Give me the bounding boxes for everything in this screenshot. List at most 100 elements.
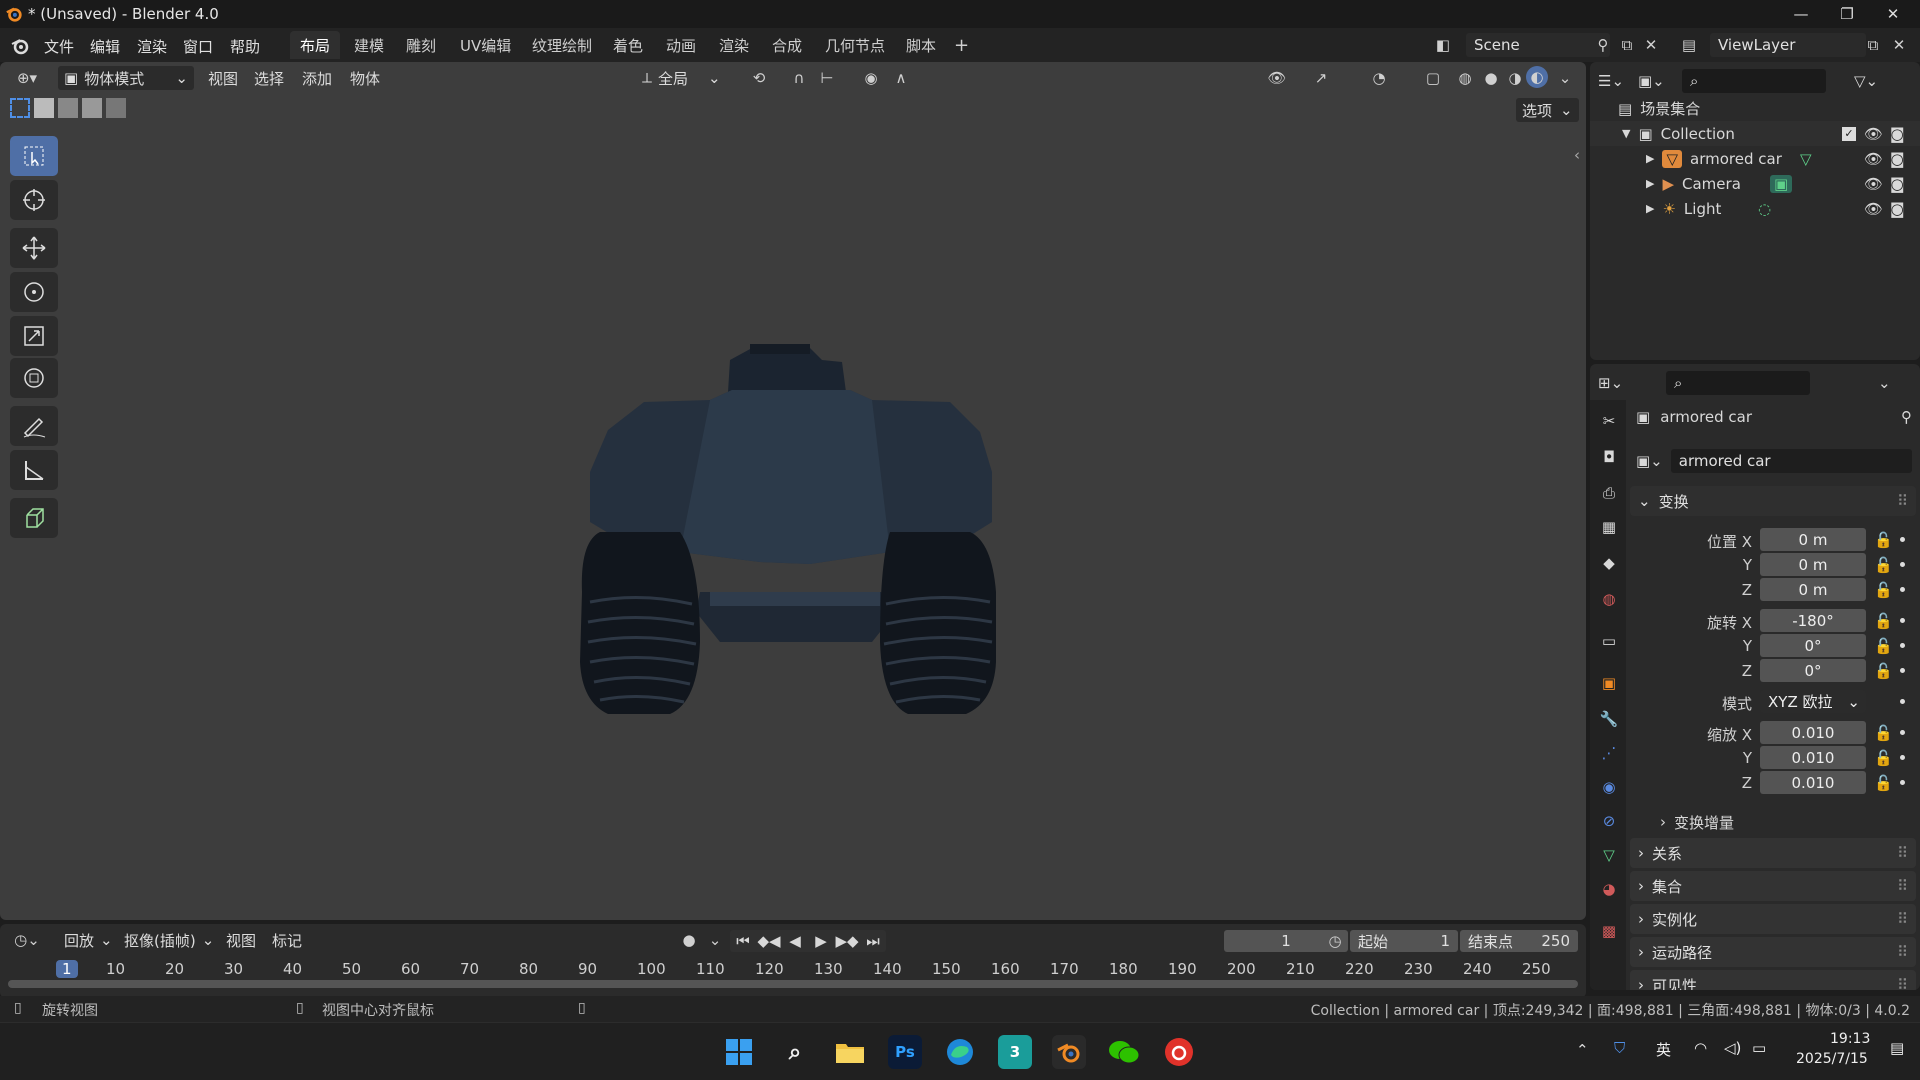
lock-icon[interactable]: 🔓 [1874, 612, 1893, 630]
menu-file[interactable]: 文件 [44, 36, 74, 57]
blender-taskbar-icon[interactable] [1052, 1035, 1086, 1069]
lock-icon[interactable]: 🔓 [1874, 581, 1893, 599]
output-tab-icon[interactable]: ⎙ [1596, 480, 1622, 506]
overlay-icon[interactable]: ◔ [1366, 66, 1392, 90]
delete-view-layer-icon[interactable]: ✕ [1886, 33, 1912, 57]
timeline-menu-marker[interactable]: 标记 [266, 928, 308, 952]
wechat-icon[interactable] [1107, 1035, 1141, 1069]
next-keyframe-icon[interactable]: ▶◆ [834, 932, 860, 950]
particles-tab-icon[interactable]: ⋰ [1596, 740, 1622, 766]
timeline-scrollbar[interactable] [8, 980, 1578, 988]
auto-key-options-icon[interactable]: ⌄ [702, 928, 728, 952]
camera-render-icon[interactable]: ◙ [1890, 200, 1905, 218]
tool-scale[interactable] [10, 316, 58, 356]
light-data-icon[interactable]: ◌ [1758, 200, 1771, 218]
visibility-section-header[interactable]: › 可见性 ⠿ [1630, 970, 1916, 990]
drag-handle-icon[interactable]: ⠿ [1897, 877, 1908, 895]
start-frame-field[interactable]: 起始 1 [1350, 930, 1458, 952]
play-reverse-icon[interactable]: ◀ [782, 932, 808, 950]
tab-animation[interactable]: 动画 [656, 31, 706, 59]
keyframe-dot[interactable] [1900, 587, 1905, 592]
physics-tab-icon[interactable]: ◉ [1596, 774, 1622, 800]
keyframe-dot[interactable] [1900, 643, 1905, 648]
photoshop-icon[interactable]: Ps [888, 1035, 922, 1069]
keyframe-dot[interactable] [1900, 537, 1905, 542]
motion-paths-section-header[interactable]: › 运动路径 ⠿ [1630, 937, 1916, 967]
drag-handle-icon[interactable]: ⠿ [1897, 492, 1908, 510]
scene-icon[interactable]: ◧ [1430, 33, 1456, 57]
select-subtract-icon[interactable] [58, 98, 78, 118]
jump-start-icon[interactable]: ⏮ [730, 932, 756, 950]
tab-compositing[interactable]: 合成 [762, 31, 812, 59]
tab-scripting[interactable]: 脚本 [896, 31, 946, 59]
clock-icon[interactable]: ◷ [1322, 929, 1348, 953]
transform-section-header[interactable]: ⌄ 变换 ⠿ [1630, 486, 1916, 516]
eye-icon[interactable]: 👁 [1864, 175, 1883, 193]
tab-rendering[interactable]: 渲染 [709, 31, 759, 59]
end-frame-field[interactable]: 结束点 250 [1460, 930, 1578, 952]
rotation-mode-dropdown[interactable]: XYZ 欧拉 ⌄ [1760, 690, 1866, 713]
options-dropdown[interactable]: 选项 ⌄ [1516, 98, 1579, 122]
rotation-z-field[interactable]: 0° [1760, 659, 1866, 682]
new-scene-icon[interactable]: ⧉ [1614, 33, 1640, 57]
eye-icon[interactable]: 👁 [1864, 150, 1883, 168]
tab-uv-editing[interactable]: UV编辑 [450, 31, 521, 59]
tab-shading[interactable]: 着色 [603, 31, 653, 59]
object-tab-icon[interactable]: ▣ [1596, 670, 1622, 696]
scene-tab-icon[interactable]: ◆ [1596, 550, 1622, 576]
falloff-icon[interactable]: ∧ [888, 66, 914, 90]
collection-tab-icon[interactable]: ▭ [1596, 628, 1622, 654]
wireframe-shading-icon[interactable]: ◍ [1452, 66, 1478, 90]
menu-render[interactable]: 渲染 [137, 36, 167, 57]
solid-shading-icon[interactable]: ● [1478, 66, 1504, 90]
outliner-row-collection[interactable]: ▼ ▣ Collection ✓ 👁 ◙ [1590, 121, 1920, 146]
tool-cursor[interactable] [10, 180, 58, 220]
tool-annotate[interactable] [10, 406, 58, 446]
blender-menu-icon[interactable] [10, 36, 30, 56]
constraints-tab-icon[interactable]: ⊘ [1596, 808, 1622, 834]
object-browse-icon[interactable]: ▣⌄ [1636, 452, 1663, 470]
tab-modeling[interactable]: 建模 [344, 31, 394, 59]
outliner-row-light[interactable]: ▶ ☀ Light ◌ 👁 ◙ [1590, 196, 1920, 221]
viewport-menu-select[interactable]: 选择 [248, 66, 290, 90]
tool-measure[interactable] [10, 450, 58, 490]
drag-handle-icon[interactable]: ⠿ [1897, 844, 1908, 862]
menu-window[interactable]: 窗口 [183, 36, 213, 57]
scale-y-field[interactable]: 0.010 [1760, 746, 1866, 769]
pin-icon[interactable]: ⚲ [1590, 33, 1616, 57]
collections-section-header[interactable]: › 集合 ⠿ [1630, 871, 1916, 901]
render-tab-icon[interactable]: ◘ [1596, 444, 1622, 470]
prev-keyframe-icon[interactable]: ◆◀ [756, 932, 782, 950]
rendered-shading-icon[interactable]: ◐ [1526, 66, 1548, 88]
object-name-field[interactable]: armored car [1670, 449, 1912, 473]
tray-expand-icon[interactable]: ⌃ [1576, 1041, 1589, 1059]
outliner-row-scene-collection[interactable]: ▤ 场景集合 [1590, 96, 1920, 121]
location-z-field[interactable]: 0 m [1760, 578, 1866, 601]
visibility-icon[interactable]: 👁 [1264, 66, 1290, 90]
select-new-icon[interactable] [10, 98, 30, 118]
editor-type-icon[interactable]: ⊕▾ [14, 66, 40, 90]
lock-icon[interactable]: 🔓 [1874, 724, 1893, 742]
keyframe-dot[interactable] [1900, 755, 1905, 760]
material-shading-icon[interactable]: ◑ [1502, 66, 1528, 90]
keyframe-dot[interactable] [1900, 562, 1905, 567]
material-tab-icon[interactable]: ◕ [1596, 876, 1622, 902]
transform-orientation-dropdown[interactable]: ⟂ 全局 ⌄ [636, 66, 727, 90]
tool-tab-icon[interactable]: ✂ [1596, 408, 1622, 434]
menu-help[interactable]: 帮助 [230, 36, 260, 57]
close-button[interactable]: ✕ [1866, 0, 1920, 28]
rotation-x-field[interactable]: -180° [1760, 609, 1866, 632]
tab-geometry-nodes[interactable]: 几何节点 [815, 31, 895, 59]
keyframe-dot[interactable] [1900, 618, 1905, 623]
keyframe-dot[interactable] [1900, 730, 1905, 735]
lock-icon[interactable]: 🔓 [1874, 662, 1893, 680]
lock-icon[interactable]: 🔓 [1874, 531, 1893, 549]
armored-car-model[interactable] [560, 342, 1020, 732]
mesh-data-icon[interactable]: ▽ [1800, 150, 1812, 168]
gizmo-icon[interactable]: ↗ [1308, 66, 1334, 90]
snap-icon[interactable]: ∩ [786, 66, 812, 90]
expand-arrow-icon[interactable]: ▶ [1646, 177, 1654, 190]
viewport-menu-add[interactable]: 添加 [296, 66, 338, 90]
chevron-down-icon[interactable]: ⌄ [1878, 374, 1891, 392]
outliner-filter-icon[interactable]: ▽⌄ [1854, 72, 1878, 90]
